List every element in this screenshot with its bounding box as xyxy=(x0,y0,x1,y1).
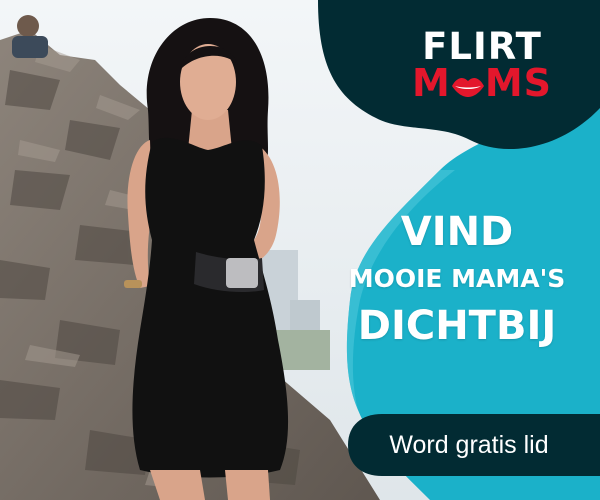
logo-letter-m: M xyxy=(411,61,451,105)
logo-word-flirt: FLIRT xyxy=(422,25,542,68)
lips-icon xyxy=(451,78,484,97)
headline-line-1: VIND xyxy=(400,209,514,255)
headline-line-2: MOOIE MAMA'S xyxy=(348,264,566,293)
ad-banner[interactable]: FLIRT M MS VIND MOOIE MAMA'S DICHTBIJ Wor… xyxy=(0,0,600,500)
join-free-button[interactable]: Word gratis lid xyxy=(348,414,590,476)
logo-word-moms: M MS xyxy=(392,64,572,102)
flirtmoms-logo: FLIRT M MS xyxy=(392,28,572,102)
headline-line-3: DICHTBIJ xyxy=(357,303,557,349)
headline: VIND MOOIE MAMA'S DICHTBIJ xyxy=(318,206,596,352)
logo-letters-ms: MS xyxy=(484,61,552,105)
